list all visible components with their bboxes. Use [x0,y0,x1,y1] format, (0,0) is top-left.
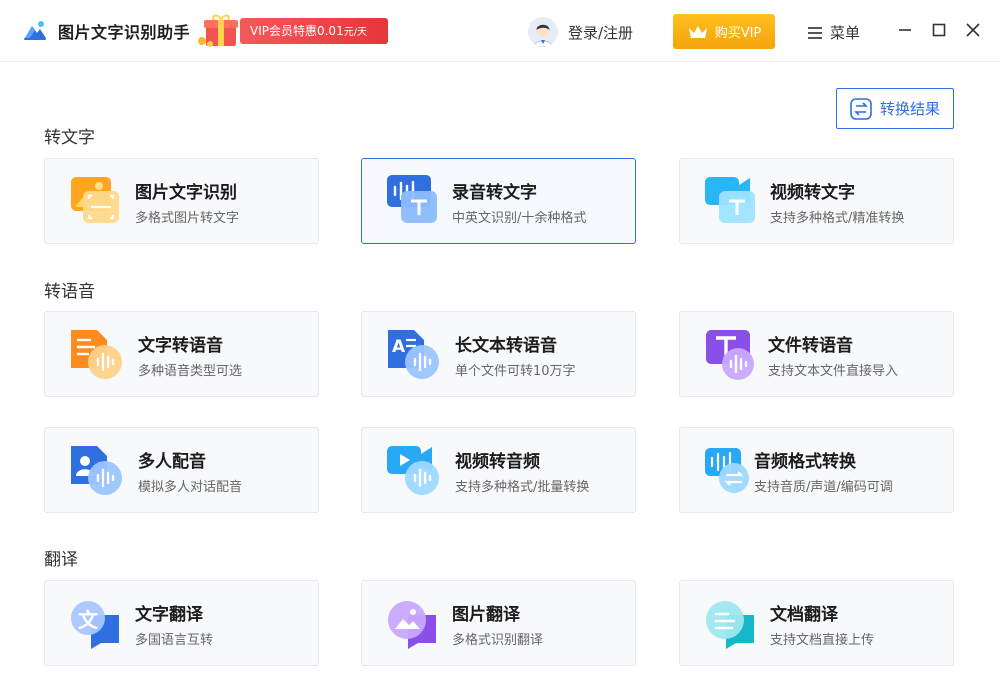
card-doc-translate[interactable]: 文档翻译 支持文档直接上传 [679,580,954,666]
hamburger-icon [808,26,822,39]
card-subtitle: 支持文本文件直接导入 [768,364,899,379]
image-ocr-icon [71,177,119,223]
card-subtitle: 多格式识别翻译 [452,633,544,648]
menu-label: 菜单 [830,24,861,42]
audio-format-icon [705,448,749,493]
svg-text:A: A [392,337,406,357]
card-title: 视频转音频 [455,452,540,472]
card-title: 视频转文字 [770,183,855,203]
section-title-to-speech: 转语音 [44,282,95,302]
card-subtitle: 支持音质/声道/编码可调 [754,480,893,495]
user-avatar-icon [528,17,558,47]
card-image-ocr[interactable]: 图片文字识别 多格式图片转文字 [44,158,319,244]
app-title: 图片文字识别助手 [58,23,191,42]
card-title: 文档翻译 [770,605,838,625]
multi-voice-icon [71,446,122,495]
convert-result-button[interactable]: 转换结果 [836,88,954,129]
convert-result-label: 转换结果 [879,100,940,118]
card-audio-to-text[interactable]: 录音转文字 中英文识别/十余种格式 [361,158,636,244]
menu-button[interactable]: 菜单 [808,22,860,43]
card-title: 文字转语音 [138,336,223,356]
avatar [528,17,558,47]
minimize-icon[interactable] [897,22,913,38]
buy-vip-label: 购买VIP [714,26,762,41]
card-title: 多人配音 [138,452,206,472]
section-title-translate: 翻译 [44,550,78,570]
card-subtitle: 单个文件可转10万字 [455,364,576,379]
title-bar: 图片文字识别助手 VIP会员特惠0.01元/天 登录/注册 购买VIP 菜单 [0,0,1000,62]
card-multi-voice[interactable]: 多人配音 模拟多人对话配音 [44,427,319,513]
image-translate-icon [388,601,436,649]
close-icon[interactable] [965,22,981,38]
buy-vip-button[interactable]: 购买VIP [673,14,775,49]
doc-translate-icon [706,601,754,649]
card-title: 音频格式转换 [754,452,856,472]
login-label: 登录/注册 [568,23,634,42]
card-text-to-speech[interactable]: 文字转语音 多种语音类型可选 [44,311,319,397]
promo-main-text: VIP会员特惠0.01 [250,24,344,38]
card-subtitle: 中英文识别/十余种格式 [452,211,587,226]
card-subtitle: 多格式图片转文字 [135,211,240,226]
vip-promo-banner[interactable]: VIP会员特惠0.01元/天 [196,14,396,48]
card-video-to-audio[interactable]: 视频转音频 支持多种格式/批量转换 [361,427,636,513]
promo-text: VIP会员特惠0.01元/天 [240,18,388,44]
login-register-button[interactable]: 登录/注册 [528,16,633,48]
card-subtitle: 多种语音类型可选 [138,364,243,379]
app-logo-icon [24,21,46,40]
file-to-speech-icon [706,330,754,380]
video-to-text-icon [705,177,755,223]
card-subtitle: 多国语言互转 [135,633,214,648]
card-subtitle: 支持多种格式/精准转换 [770,211,905,226]
card-video-to-text[interactable]: 视频转文字 支持多种格式/精准转换 [679,158,954,244]
card-title: 图片翻译 [452,605,520,625]
maximize-icon[interactable] [931,22,947,38]
promo-unit: 元/天 [343,27,368,38]
card-long-text-to-speech[interactable]: A 长文本转语音 单个文件可转10万字 [361,311,636,397]
crown-icon [688,25,707,38]
card-audio-format[interactable]: 音频格式转换 支持音质/声道/编码可调 [679,427,954,513]
card-title: 图片文字识别 [135,183,237,203]
card-file-to-speech[interactable]: 文件转语音 支持文本文件直接导入 [679,311,954,397]
card-subtitle: 支持文档直接上传 [770,633,875,648]
card-subtitle: 支持多种格式/批量转换 [455,480,590,495]
card-title: 文件转语音 [768,336,853,356]
card-image-translate[interactable]: 图片翻译 多格式识别翻译 [361,580,636,666]
text-to-speech-icon [71,330,122,379]
swap-icon [850,97,872,120]
card-text-translate[interactable]: 文 文字翻译 多国语言互转 [44,580,319,666]
video-to-audio-icon [387,446,439,495]
card-title: 文字翻译 [135,605,203,625]
svg-text:文: 文 [78,608,99,632]
section-title-to-text: 转文字 [44,128,95,148]
card-title: 录音转文字 [452,183,537,203]
text-translate-icon: 文 [71,601,119,649]
card-title: 长文本转语音 [455,336,557,356]
audio-to-text-icon [387,175,437,223]
card-subtitle: 模拟多人对话配音 [138,480,243,495]
long-text-to-speech-icon: A [388,330,439,379]
